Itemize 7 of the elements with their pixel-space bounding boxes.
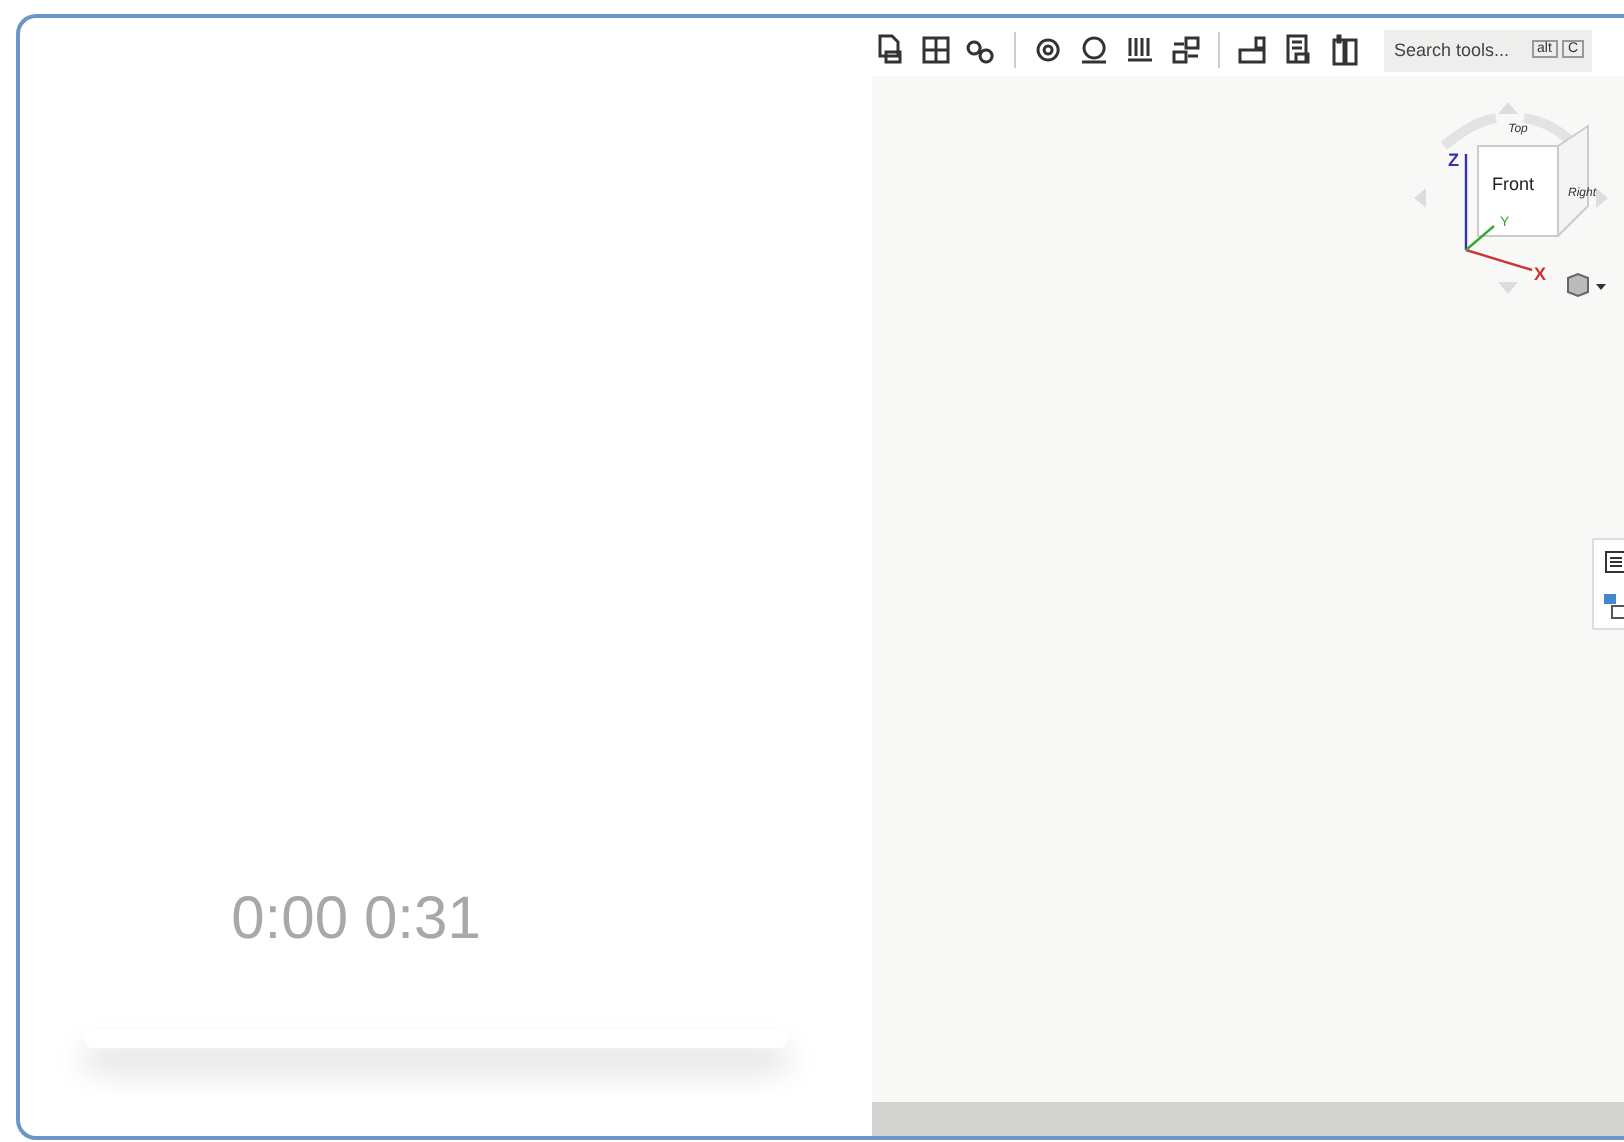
grid-icon[interactable] xyxy=(918,32,954,68)
current-time: 0:00 xyxy=(231,886,348,954)
cube-dropdown-icon[interactable] xyxy=(1564,272,1608,300)
blocks-icon[interactable] xyxy=(1168,32,1204,68)
duration-time: 0:31 xyxy=(364,886,481,954)
window-icon[interactable] xyxy=(1234,32,1270,68)
comb-icon[interactable] xyxy=(1122,32,1158,68)
